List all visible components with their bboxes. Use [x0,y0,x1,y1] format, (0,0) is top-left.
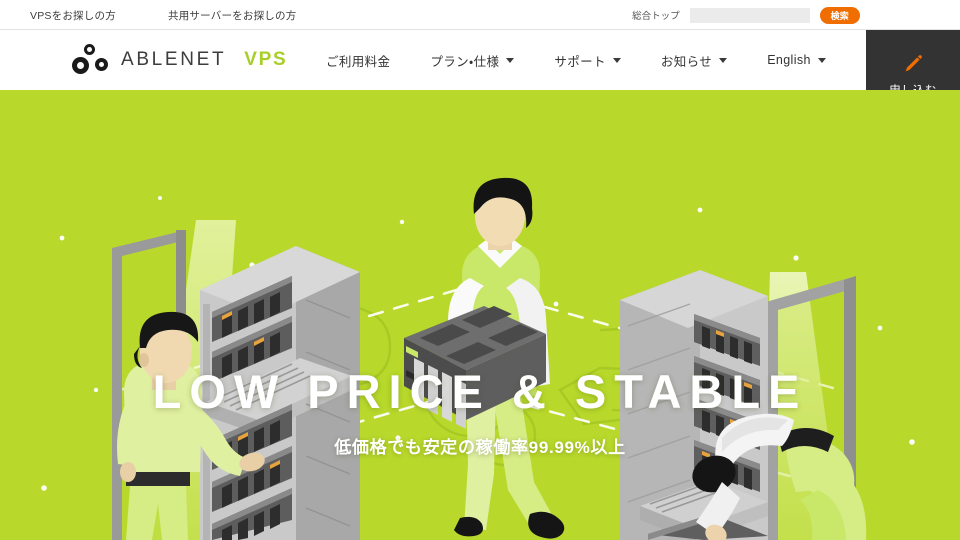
topbar-link-vps[interactable]: VPSをお探しの方 [30,8,116,23]
site-logo[interactable]: ABLENET VPS [72,44,287,76]
main-header: ABLENET VPS ご利用料金 プラン・仕様 サポート お知らせ Engli… [0,30,960,120]
page-root: VPSをお探しの方 共用サーバーをお探しの方 総合トップ 検索 ABLENET … [0,0,960,540]
nav-item-plans[interactable]: プラン・仕様 [410,51,534,70]
chevron-down-icon [719,57,728,63]
nav-label: English [767,53,811,67]
pencil-icon [905,54,922,71]
logo-brand-text: ABLENET [121,49,227,70]
chevron-down-icon [817,57,826,63]
topbar-right-group: 総合トップ 検索 [632,0,860,30]
nav-item-pricing[interactable]: ご利用料金 [306,51,410,70]
main-navigation: ご利用料金 プラン・仕様 サポート お知らせ English [306,30,846,90]
three-rings-icon [72,44,112,76]
nav-item-support[interactable]: サポート [534,51,641,70]
nav-label: お知らせ [660,54,713,69]
search-input[interactable] [689,7,810,23]
topbar-link-general-top[interactable]: 総合トップ [632,8,680,22]
hero-banner: LOW PRICE & STABLE 低価格でも安定の稼働率99.99%以上 [0,90,960,540]
logo-product-text: VPS [244,49,288,70]
top-utility-bar: VPSをお探しの方 共用サーバーをお探しの方 総合トップ 検索 [0,0,960,30]
topbar-link-shared-server[interactable]: 共用サーバーをお探しの方 [168,8,296,23]
nav-item-news[interactable]: お知らせ [641,51,747,70]
hero-illustration [0,90,960,540]
nav-label: ご利用料金 [326,54,391,69]
nav-label: プラン・仕様 [430,54,500,69]
chevron-down-icon [506,57,515,63]
nav-item-english[interactable]: English [747,53,846,67]
nav-label: サポート [554,54,606,69]
search-button[interactable]: 検索 [819,6,860,24]
chevron-down-icon [612,57,621,63]
